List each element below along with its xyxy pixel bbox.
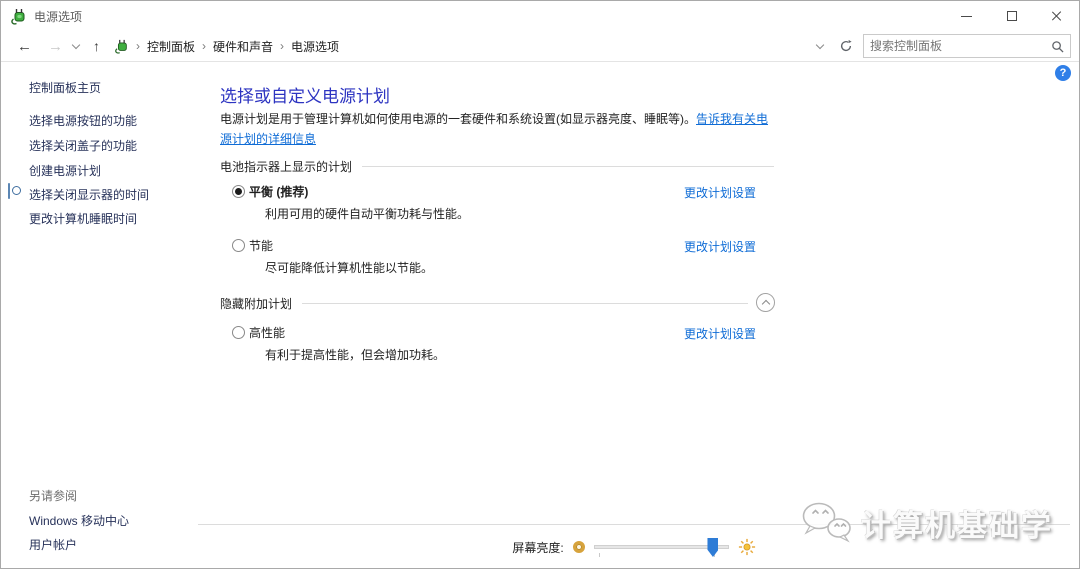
section-divider [362, 166, 774, 167]
maximize-icon [1006, 11, 1017, 21]
page-title: 选择或自定义电源计划 [220, 87, 390, 106]
radio-power-saver[interactable] [232, 239, 245, 252]
sleep-icon [8, 208, 24, 224]
plan-name-high-performance[interactable]: 高性能 [249, 324, 285, 341]
power-options-window: 电源选项 ← → ↑ › 控制面板 › 硬件和声音 › 电源选项 搜索控制面板 … [0, 0, 1080, 569]
breadcrumb-power-options[interactable]: 电源选项 [291, 38, 339, 55]
navigation-bar: ← → ↑ › 控制面板 › 硬件和声音 › 电源选项 [1, 31, 1079, 62]
plan-row-power-saver: 节能 [232, 237, 273, 254]
brightness-low-icon [572, 541, 585, 553]
breadcrumb-hardware-sound[interactable]: 硬件和声音 [213, 38, 273, 55]
window-controls [944, 1, 1079, 31]
title-bar: 电源选项 [1, 1, 1079, 31]
search-icon[interactable] [1051, 40, 1064, 53]
window-title: 电源选项 [34, 9, 83, 24]
description-text: 电源计划是用于管理计算机如何使用电源的一套硬件和系统设置(如显示器亮度、睡眠等)… [220, 112, 696, 126]
brightness-slider[interactable] [593, 537, 729, 557]
change-plan-settings-link-high-performance[interactable]: 更改计划设置 [684, 325, 756, 342]
plan-desc-power-saver: 尽可能降低计算机性能以节能。 [265, 261, 434, 275]
maximize-button[interactable] [989, 1, 1034, 31]
slider-tick [599, 553, 601, 557]
sidebar-item-mobility-center[interactable]: Windows 移动中心 [29, 512, 129, 529]
plan-desc-balanced: 利用可用的硬件自动平衡功耗与性能。 [265, 207, 470, 221]
sidebar-item-control-panel-home[interactable]: 控制面板主页 [29, 79, 101, 96]
page-description: 电源计划是用于管理计算机如何使用电源的一套硬件和系统设置(如显示器亮度、睡眠等)… [220, 109, 777, 149]
section-divider [302, 303, 748, 304]
search-input[interactable] [870, 39, 1051, 53]
help-button[interactable]: ? [1055, 65, 1071, 81]
sidebar: 控制面板主页 选择电源按钮的功能 选择关闭盖子的功能 创建电源计划 选择关闭显示… [1, 62, 219, 568]
nav-right-cluster [815, 34, 1071, 58]
change-plan-settings-link-power-saver[interactable]: 更改计划设置 [684, 238, 756, 255]
back-button[interactable]: ← [9, 38, 40, 55]
plan-desc-high-performance: 有利于提高性能，但会增加功耗。 [265, 348, 446, 362]
plan-name-power-saver[interactable]: 节能 [249, 237, 273, 254]
history-chevron-icon[interactable] [71, 40, 81, 50]
see-also-header: 另请参阅 [29, 489, 78, 503]
section-hidden-plans: 隐藏附加计划 [220, 295, 748, 312]
breadcrumb-separator: › [280, 39, 285, 53]
collapse-section-button[interactable] [756, 293, 775, 312]
plan-row-high-performance: 高性能 [232, 324, 285, 341]
sidebar-item-power-buttons[interactable]: 选择电源按钮的功能 [29, 112, 137, 129]
section-battery-plans: 电池指示器上显示的计划 [220, 158, 774, 175]
breadcrumb: › 控制面板 › 硬件和声音 › 电源选项 [114, 38, 815, 55]
breadcrumb-control-panel[interactable]: 控制面板 [147, 38, 195, 55]
sidebar-item-display-off-time[interactable]: 选择关闭显示器的时间 [29, 186, 149, 203]
sidebar-item-lid-close[interactable]: 选择关闭盖子的功能 [29, 137, 137, 154]
sidebar-item-create-plan[interactable]: 创建电源计划 [29, 162, 101, 179]
close-button[interactable] [1034, 1, 1079, 31]
brightness-high-icon [738, 538, 755, 556]
sidebar-item-user-accounts[interactable]: 用户帐户 [29, 536, 77, 553]
refresh-icon[interactable] [839, 39, 853, 53]
search-box [863, 34, 1071, 58]
address-dropdown-icon[interactable] [815, 40, 825, 50]
brightness-thumb[interactable] [707, 538, 719, 557]
display-timeout-icon [8, 183, 24, 200]
breadcrumb-separator: › [136, 39, 140, 53]
minimize-button[interactable] [944, 1, 989, 31]
brightness-bar: 屏幕亮度: [198, 524, 1070, 568]
up-button[interactable]: ↑ [85, 38, 108, 54]
section-header: 隐藏附加计划 [220, 297, 293, 311]
change-plan-settings-link-balanced[interactable]: 更改计划设置 [684, 184, 756, 201]
forward-button[interactable]: → [40, 38, 71, 55]
plan-name-balanced[interactable]: 平衡 (推荐) [249, 183, 308, 200]
breadcrumb-separator: › [202, 39, 207, 53]
plan-row-balanced: 平衡 (推荐) [232, 183, 308, 200]
chevron-up-icon [761, 299, 770, 309]
power-plug-icon [11, 8, 25, 25]
radio-high-performance[interactable] [232, 326, 245, 339]
section-header: 电池指示器上显示的计划 [220, 160, 353, 174]
radio-balanced[interactable] [232, 185, 245, 198]
sidebar-item-sleep-time[interactable]: 更改计算机睡眠时间 [29, 210, 137, 227]
main-content: 选择或自定义电源计划 电源计划是用于管理计算机如何使用电源的一套硬件和系统设置(… [219, 62, 1079, 522]
power-plug-icon [115, 39, 127, 54]
minimize-icon [961, 15, 972, 17]
close-icon [1051, 10, 1063, 22]
brightness-label: 屏幕亮度: [512, 540, 564, 555]
